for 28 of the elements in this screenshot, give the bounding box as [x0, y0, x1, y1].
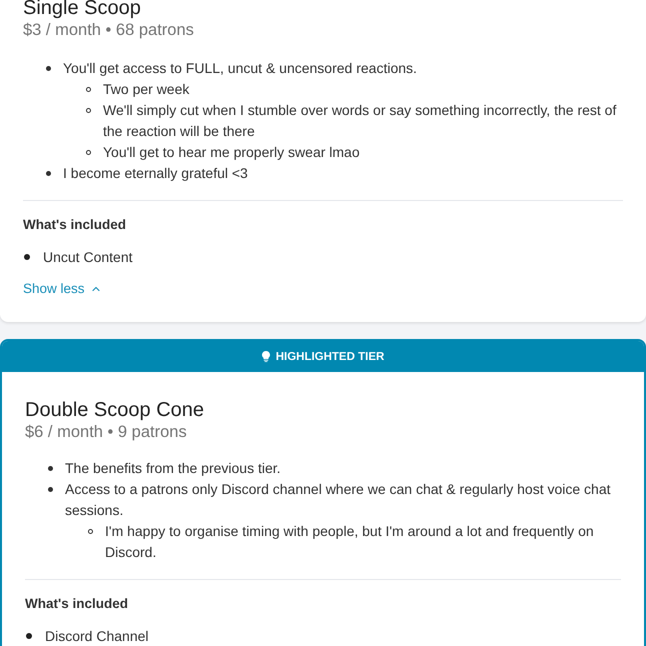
benefit-text: Two per week [103, 80, 190, 99]
bullet-icon [48, 487, 53, 492]
bullet-icon [46, 171, 51, 176]
benefit-text: You'll get to hear me properly swear lmao [103, 143, 360, 162]
show-less-link[interactable]: Show less [23, 279, 102, 299]
circle-bullet-icon [86, 108, 91, 113]
tier-price: $6 / month • 9 patrons [25, 422, 188, 442]
section-heading: What's included [23, 216, 127, 234]
circle-bullet-icon [88, 529, 93, 534]
tier-title: Double Scoop Cone [25, 398, 206, 422]
bullet-icon [46, 66, 51, 71]
section-heading: What's included [25, 595, 129, 613]
benefit-text: I'm happy to organise timing with people, but I'm around a lot and frequently on Discord. [105, 522, 595, 562]
bullet-icon [48, 466, 53, 471]
benefit-text: I become eternally grateful <3 [63, 164, 248, 183]
circle-bullet-icon [86, 87, 91, 92]
benefit-text: The benefits from the previous tier. [65, 459, 281, 478]
benefit-text: We'll simply cut when I stumble over words or say something incorrectly, the rest of the reaction will be there [103, 101, 618, 141]
bullet-icon [26, 633, 32, 639]
included-item: Uncut Content [43, 248, 132, 266]
lightbulb-icon [262, 351, 270, 362]
tier-price: $3 / month • 68 patrons [23, 20, 195, 40]
included-item: Discord Channel [45, 627, 148, 645]
circle-bullet-icon [86, 150, 91, 155]
banner-label: HIGHLIGHTED TIER [276, 350, 384, 364]
benefit-text: You'll get access to FULL, uncut & uncensored reactions. [63, 59, 417, 78]
benefit-text: Access to a patrons only Discord channel where we can chat & regularly host voice chat sessions. [65, 480, 612, 520]
bullet-icon [24, 254, 30, 260]
